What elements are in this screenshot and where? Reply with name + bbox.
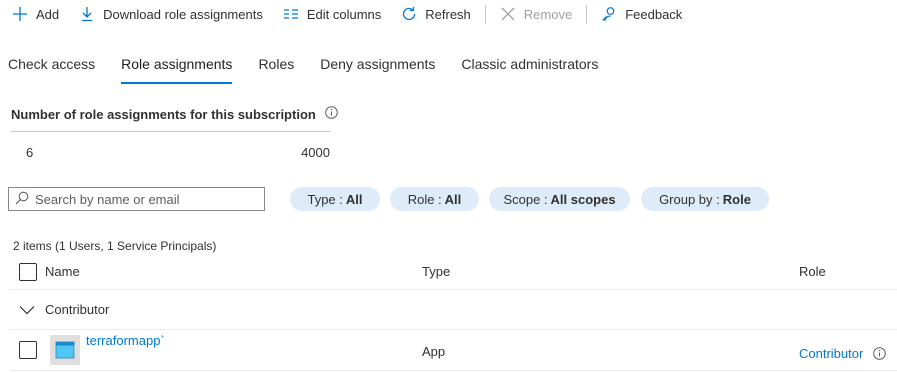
plus-icon (12, 6, 28, 22)
download-label: Download role assignments (103, 6, 263, 22)
app-icon (50, 335, 80, 365)
add-label: Add (36, 6, 60, 22)
toolbar-divider (586, 5, 588, 23)
principal-name-link[interactable]: terraformapp` (86, 333, 165, 348)
scope-filter-label: Scope : (503, 191, 548, 207)
group-by-label: Group by : (659, 191, 720, 207)
row-divider (10, 370, 897, 371)
type-filter-label: Type : (307, 191, 343, 207)
search-input[interactable] (35, 191, 255, 207)
row-checkbox[interactable] (19, 341, 37, 359)
refresh-label: Refresh (425, 6, 471, 22)
tab-classic-administrators[interactable]: Classic administrators (461, 56, 598, 78)
info-icon[interactable] (873, 347, 886, 363)
feedback-button[interactable]: Feedback (591, 0, 692, 28)
role-filter-value: All (444, 191, 462, 207)
column-header-name[interactable]: Name (45, 264, 80, 279)
type-filter-pill[interactable]: Type : All (290, 187, 380, 211)
add-button[interactable]: Add (0, 0, 69, 28)
tab-bar: Check access Role assignments Roles Deny… (8, 56, 624, 84)
group-label: Contributor (45, 302, 110, 317)
columns-icon (283, 6, 299, 22)
tab-deny-assignments[interactable]: Deny assignments (320, 56, 435, 78)
type-filter-value: All (345, 191, 363, 207)
role-filter-pill[interactable]: Role : All (390, 187, 479, 211)
tab-roles[interactable]: Roles (258, 56, 294, 78)
refresh-button[interactable]: Refresh (391, 0, 481, 28)
chevron-down-icon (19, 305, 35, 315)
download-icon (79, 6, 95, 22)
group-header-contributor[interactable]: Contributor (19, 302, 109, 317)
role-assignment-count-heading: Number of role assignments for this subs… (11, 106, 338, 122)
group-by-value: Role (722, 191, 751, 207)
role-filter-label: Role : (407, 191, 442, 207)
group-divider (10, 329, 897, 330)
edit-columns-label: Edit columns (306, 6, 382, 22)
group-by-pill[interactable]: Group by : Role (641, 187, 769, 211)
refresh-icon (401, 6, 417, 22)
search-box[interactable] (8, 187, 265, 211)
search-icon (15, 191, 29, 208)
remove-label: Remove (523, 6, 573, 22)
summary-title-text: Number of role assignments for this subs… (11, 106, 316, 122)
scope-filter-value: All scopes (550, 191, 616, 207)
max-count: 4000 (301, 145, 330, 160)
select-all-checkbox[interactable] (19, 263, 37, 281)
close-icon (500, 6, 516, 22)
principal-type: App (422, 344, 446, 359)
column-header-role[interactable]: Role (799, 264, 826, 279)
tab-role-assignments[interactable]: Role assignments (121, 56, 233, 84)
toolbar-divider (484, 5, 486, 23)
current-count: 6 (26, 145, 34, 160)
tab-check-access[interactable]: Check access (8, 56, 95, 78)
download-role-assignments-button[interactable]: Download role assignments (69, 0, 273, 28)
edit-columns-button[interactable]: Edit columns (273, 0, 391, 28)
feedback-label: Feedback (625, 6, 683, 22)
items-count: 2 items (1 Users, 1 Service Principals) (13, 239, 217, 253)
command-bar: Add Download role assignments Edit colum… (0, 0, 692, 28)
feedback-icon (601, 6, 617, 22)
role-link[interactable]: Contributor (799, 346, 863, 361)
column-header-type[interactable]: Type (422, 264, 450, 279)
remove-button[interactable]: Remove (490, 0, 582, 28)
usage-bar (11, 131, 330, 132)
scope-filter-pill[interactable]: Scope : All scopes (489, 187, 630, 211)
header-divider (10, 289, 897, 290)
info-icon[interactable] (325, 106, 338, 122)
